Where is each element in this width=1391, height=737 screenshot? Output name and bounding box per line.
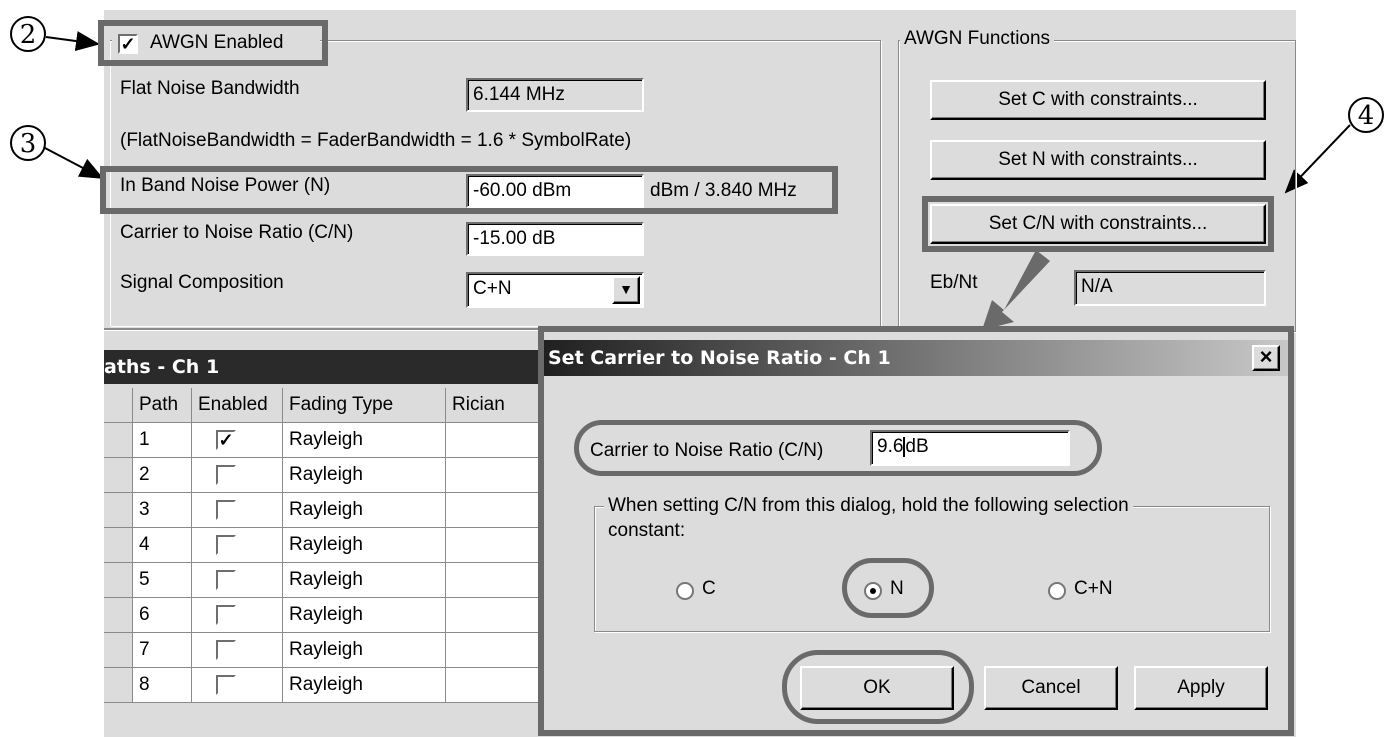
radio-c-label: C: [702, 578, 716, 599]
path-cell: 4: [132, 527, 192, 563]
awgn-functions-label: AWGN Functions: [900, 28, 1055, 50]
dialog-body: Set Carrier to Noise Ratio - Ch 1 × Carr…: [544, 332, 1288, 730]
paths-title: aths - Ch 1: [104, 356, 220, 378]
enabled-checkbox[interactable]: [216, 500, 236, 520]
path-cell: 1: [132, 422, 192, 458]
table-row: 2 Rayleigh: [104, 457, 569, 493]
table-row: 3 Rayleigh: [104, 492, 569, 528]
enabled-cell: [191, 667, 283, 703]
signal-comp-value: C+N: [473, 278, 512, 299]
row-header: [104, 527, 133, 563]
enabled-checkbox[interactable]: [216, 605, 236, 625]
highlight-ok: [782, 650, 974, 724]
table-header-row: Path Enabled Fading Type Rician: [104, 388, 569, 423]
row-header: [104, 632, 133, 668]
enabled-checkbox[interactable]: [216, 570, 236, 590]
close-icon[interactable]: ×: [1252, 345, 1280, 371]
fading-cell[interactable]: Rayleigh: [282, 597, 446, 633]
enabled-checkbox[interactable]: [216, 535, 236, 555]
paths-titlebar: aths - Ch 1: [104, 350, 544, 384]
set-n-button[interactable]: Set N with constraints...: [930, 140, 1266, 180]
fading-cell[interactable]: Rayleigh: [282, 667, 446, 703]
apply-button[interactable]: Apply: [1134, 666, 1268, 710]
path-cell: 5: [132, 562, 192, 598]
cancel-button[interactable]: Cancel: [984, 666, 1118, 710]
set-c-button[interactable]: Set C with constraints...: [930, 80, 1266, 120]
flat-noise-bw-label: Flat Noise Bandwidth: [120, 78, 300, 99]
fading-cell[interactable]: Rayleigh: [282, 422, 446, 458]
table-row: 8 Rayleigh: [104, 667, 569, 703]
formula-note: (FlatNoiseBandwidth = FaderBandwidth = 1…: [120, 130, 632, 151]
enabled-cell: [191, 597, 283, 633]
row-header: [104, 492, 133, 528]
path-cell: 3: [132, 492, 192, 528]
section-divider: [104, 328, 544, 330]
dialog-titlebar[interactable]: Set Carrier to Noise Ratio - Ch 1 ×: [544, 340, 1288, 376]
enabled-checkbox[interactable]: [216, 465, 236, 485]
enabled-checkbox[interactable]: [216, 675, 236, 695]
table-row: 7 Rayleigh: [104, 632, 569, 668]
cn-ratio-label: Carrier to Noise Ratio (C/N): [120, 222, 354, 243]
table-row: 1 ✓ Rayleigh: [104, 422, 569, 458]
row-header: [104, 562, 133, 598]
path-cell: 6: [132, 597, 192, 633]
flat-noise-bw-value: 6.144 MHz: [466, 78, 644, 112]
highlight-awgn-enabled: [98, 20, 328, 66]
fading-cell[interactable]: Rayleigh: [282, 632, 446, 668]
highlight-radio-n: [842, 558, 934, 618]
header-corner: [104, 388, 133, 423]
fading-cell[interactable]: Rayleigh: [282, 492, 446, 528]
col-fading-type[interactable]: Fading Type: [282, 388, 446, 423]
radio-cn-label: C+N: [1074, 578, 1113, 599]
col-path[interactable]: Path: [132, 388, 192, 423]
signal-comp-label: Signal Composition: [120, 272, 284, 293]
enabled-cell: ✓: [191, 422, 283, 458]
fading-cell[interactable]: Rayleigh: [282, 562, 446, 598]
ebnt-value: N/A: [1074, 270, 1266, 306]
radio-c[interactable]: [676, 582, 694, 600]
table-row: 6 Rayleigh: [104, 597, 569, 633]
table-row: 5 Rayleigh: [104, 562, 569, 598]
highlight-in-band-noise: [100, 166, 838, 214]
signal-comp-select[interactable]: C+N ▼: [466, 272, 644, 308]
enabled-cell: [191, 632, 283, 668]
highlight-set-cn: [922, 196, 1274, 252]
dialog-title: Set Carrier to Noise Ratio - Ch 1: [548, 347, 891, 369]
chevron-down-icon[interactable]: ▼: [612, 276, 640, 304]
hold-constant-label: When setting C/N from this dialog, hold …: [604, 495, 1133, 517]
enabled-checkbox[interactable]: [216, 640, 236, 660]
fading-cell[interactable]: Rayleigh: [282, 457, 446, 493]
cn-ratio-input[interactable]: -15.00 dB: [466, 222, 644, 256]
ebnt-label: Eb/Nt: [930, 272, 978, 293]
path-cell: 7: [132, 632, 192, 668]
paths-table: Path Enabled Fading Type Rician 1 ✓ Raylei…: [104, 388, 569, 703]
enabled-cell: [191, 562, 283, 598]
enabled-checkbox[interactable]: ✓: [216, 430, 236, 450]
enabled-cell: [191, 457, 283, 493]
row-header: [104, 597, 133, 633]
path-cell: 8: [132, 667, 192, 703]
table-row: 4 Rayleigh: [104, 527, 569, 563]
row-header: [104, 422, 133, 458]
col-enabled[interactable]: Enabled: [191, 388, 283, 423]
fading-cell[interactable]: Rayleigh: [282, 527, 446, 563]
path-cell: 2: [132, 457, 192, 493]
enabled-cell: [191, 492, 283, 528]
hold-constant-group: [594, 506, 1270, 632]
enabled-cell: [191, 527, 283, 563]
radio-cn[interactable]: [1048, 582, 1066, 600]
dialog-frame: Set Carrier to Noise Ratio - Ch 1 × Carr…: [538, 326, 1294, 736]
highlight-cn-field: [574, 420, 1102, 476]
hold-constant-label-2: constant:: [608, 520, 686, 541]
row-header: [104, 667, 133, 703]
row-header: [104, 457, 133, 493]
